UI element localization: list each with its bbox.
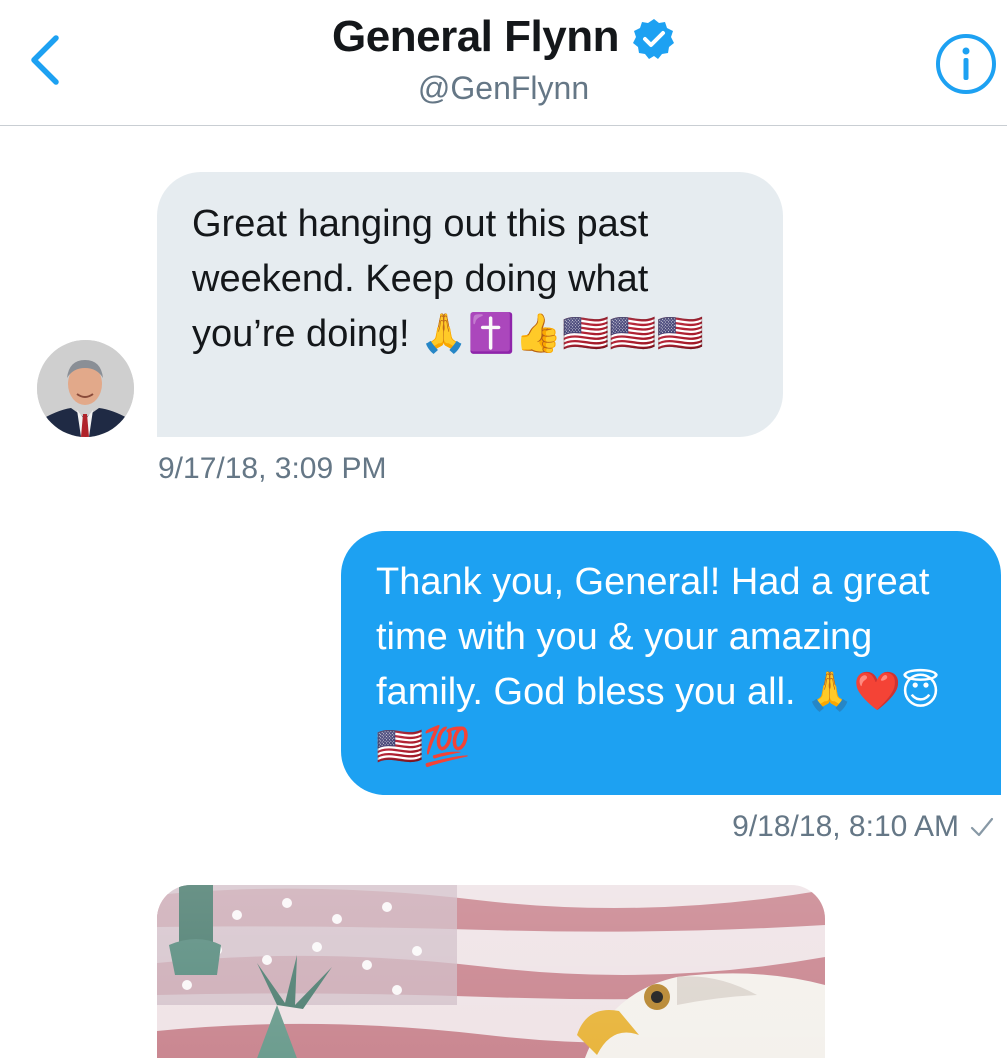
conversation-header: General Flynn @GenFlynn: [0, 0, 1007, 126]
avatar[interactable]: [37, 340, 134, 437]
verified-badge-icon: [632, 19, 674, 59]
received-message-bubble[interactable]: Great hanging out this past weekend. Kee…: [157, 172, 783, 437]
dm-conversation-screen: General Flynn @GenFlynn Great hanging ou…: [0, 0, 1007, 1058]
info-icon: [936, 34, 996, 94]
info-button[interactable]: [934, 32, 998, 96]
checkmark-icon: [970, 817, 994, 837]
sent-message-text: Thank you, General! Had a great time wit…: [376, 561, 941, 768]
sent-message-bubble[interactable]: Thank you, General! Had a great time wit…: [341, 531, 1001, 795]
profile-photo-icon: [37, 340, 134, 437]
received-message-timestamp: 9/17/18, 3:09 PM: [158, 452, 387, 485]
conversation-handle: @GenFlynn: [417, 70, 590, 106]
sent-message-meta: 9/18/18, 8:10 AM: [732, 810, 995, 844]
photo-icon: [157, 885, 825, 1058]
title-row: General Flynn: [332, 12, 675, 62]
received-message-text: Great hanging out this past weekend. Kee…: [192, 203, 705, 355]
image-message[interactable]: [157, 885, 825, 1058]
header-title-group: General Flynn @GenFlynn: [0, 12, 1007, 107]
sent-message-timestamp: 9/18/18, 8:10 AM: [732, 810, 959, 843]
conversation-title: General Flynn: [332, 12, 619, 61]
